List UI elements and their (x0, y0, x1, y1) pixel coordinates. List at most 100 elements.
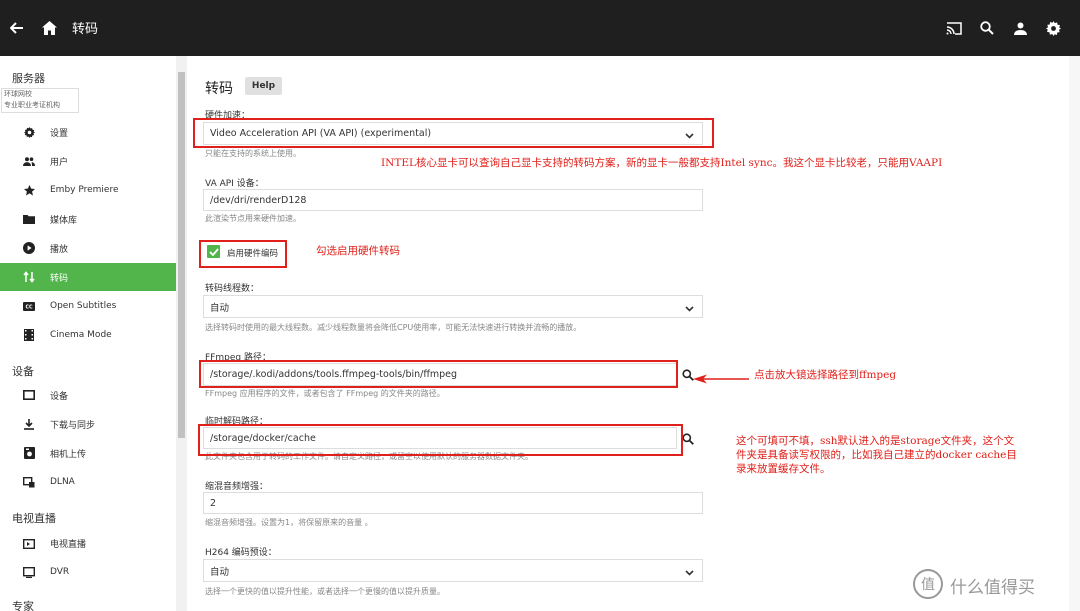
sidebar-item-transcoding[interactable]: 转码 (0, 263, 176, 291)
play-circle-icon (22, 241, 36, 255)
home-icon[interactable] (38, 17, 60, 39)
sidebar-item-devices[interactable]: 设备 (0, 381, 176, 409)
watermark-line2: 专业职业考证机构 (4, 101, 60, 109)
sidebar-item-settings[interactable]: 设置 (0, 118, 176, 146)
logo-text: 什么值得买 (950, 578, 1035, 598)
sidebar-scrollbar-thumb[interactable] (178, 72, 185, 438)
device-icon (22, 388, 36, 402)
sidebar-item-emby-premiere[interactable]: Emby Premiere (0, 176, 176, 204)
sidebar-item-dvr[interactable]: DVR (0, 558, 176, 586)
ffmpeg-path-value: /storage/.kodi/addons/tools.ffmpeg-tools… (210, 369, 458, 380)
sidebar-item-label: 设置 (50, 128, 69, 139)
chevron-down-icon (685, 568, 694, 579)
vaapi-device-input[interactable]: /dev/dri/renderD128 (203, 189, 703, 211)
sidebar-item-label: Emby Premiere (50, 185, 119, 195)
sidebar-item-open-subtitles[interactable]: CC Open Subtitles (0, 292, 176, 320)
sidebar: 服务器 环球网校 专业职业考证机构 设置 用户 Emby Premiere 媒体… (0, 56, 176, 611)
downmix-input[interactable]: 2 (203, 492, 703, 514)
threads-value: 自动 (210, 302, 230, 314)
dvr-icon (22, 565, 36, 579)
dlna-icon (22, 475, 36, 489)
chevron-down-icon (685, 304, 694, 315)
settings-gear-icon[interactable] (1042, 17, 1064, 39)
sidebar-item-label: Open Subtitles (50, 301, 117, 311)
sidebar-item-cinema-mode[interactable]: Cinema Mode (0, 321, 176, 349)
sidebar-item-label: 播放 (50, 244, 69, 255)
h264-preset-label: H264 编码预设： (205, 548, 277, 558)
sidebar-item-library[interactable]: 媒体库 (0, 205, 176, 233)
sidebar-item-label: 媒体库 (50, 215, 78, 226)
top-app-bar: 转码 (0, 0, 1080, 56)
camera-icon (22, 446, 36, 460)
ffmpeg-path-input[interactable]: /storage/.kodi/addons/tools.ffmpeg-tools… (203, 363, 677, 386)
annotation-cache-line1: 这个可填可不填，ssh默认进入的是storage文件夹，这个文 (736, 435, 1015, 447)
temp-path-input[interactable]: /storage/docker/cache (203, 427, 677, 449)
annotation-cache-note: 这个可填可不填，ssh默认进入的是storage文件夹，这个文 件夹是具备读写权… (736, 434, 1017, 476)
sidebar-item-label: 电视直播 (50, 539, 87, 550)
downmix-value: 2 (210, 497, 217, 509)
cast-icon[interactable] (943, 17, 965, 39)
section-server: 服务器 (12, 72, 45, 85)
threads-desc: 选择转码时使用的最大线程数。减少线程数量将会降低CPU使用率，可能无法快速进行转… (205, 323, 582, 332)
annotation-intel-note: INTEL核心显卡可以查询自己显卡支持的转码方案，新的显卡一般都支持Intel … (381, 157, 943, 169)
hw-accel-select[interactable]: Video Acceleration API (VA API) (experim… (203, 122, 703, 145)
watermark-overlay: 环球网校 专业职业考证机构 (1, 88, 79, 113)
threads-select[interactable]: 自动 (203, 295, 703, 318)
annotation-ffmpeg-note: 点击放大镜选择路径到ffmpeg (754, 369, 897, 381)
vaapi-desc: 此渲染节点用来硬件加速。 (205, 214, 301, 223)
sidebar-item-label: Cinema Mode (50, 330, 112, 340)
help-button[interactable]: Help (245, 77, 282, 95)
sidebar-item-label: DLNA (50, 477, 75, 487)
search-icon[interactable] (976, 17, 998, 39)
sidebar-item-playback[interactable]: 播放 (0, 234, 176, 262)
section-title: 转码 (205, 81, 233, 97)
sidebar-scrollbar[interactable] (176, 56, 187, 611)
film-icon (22, 328, 36, 342)
vaapi-device-value: /dev/dri/renderD128 (210, 194, 307, 206)
annotation-cache-line3: 录来放置缓存文件。 (736, 463, 831, 475)
site-logo: 值 什么值得买 (912, 568, 1080, 602)
temp-path-value: /storage/docker/cache (210, 432, 316, 444)
logo-mark-icon: 值 (913, 569, 943, 599)
folder-icon (22, 212, 36, 226)
temp-path-browse-search-icon[interactable] (682, 430, 696, 445)
main-scrollbar[interactable] (1069, 56, 1080, 611)
vaapi-label: VA API 设备： (205, 179, 264, 189)
ffmpeg-desc: FFmpeg 应用程序的文件，或者包含了 FFmpeg 的文件夹的路径。 (205, 389, 445, 398)
hw-encode-checkbox[interactable] (207, 245, 220, 258)
user-icon[interactable] (1009, 17, 1031, 39)
temp-path-label: 临时解码路径： (205, 417, 269, 427)
section-expert: 专家 (12, 600, 34, 611)
sidebar-item-dlna[interactable]: DLNA (0, 468, 176, 496)
page-title: 转码 (72, 22, 99, 37)
gear-icon (22, 125, 36, 139)
sidebar-item-download-sync[interactable]: 下载与同步 (0, 410, 176, 438)
svg-text:CC: CC (25, 304, 33, 310)
threads-label: 转码线程数： (205, 284, 260, 294)
downmix-desc: 缩混音频增强。设置为1，将保留原来的音量 。 (205, 518, 373, 527)
ffmpeg-label: FFmpeg 路径： (205, 353, 271, 363)
section-devices: 设备 (12, 365, 34, 378)
back-arrow-icon[interactable] (6, 17, 28, 39)
svg-text:值: 值 (921, 577, 935, 593)
watermark-line1: 环球网校 (4, 90, 32, 98)
h264-preset-select[interactable]: 自动 (203, 559, 703, 582)
sidebar-item-label: 转码 (50, 273, 69, 284)
hw-encode-label[interactable]: 启用硬件编码 (227, 247, 278, 259)
annotation-arrow-icon (693, 369, 749, 388)
sidebar-item-label: DVR (50, 567, 70, 577)
sidebar-item-camera-upload[interactable]: 相机上传 (0, 439, 176, 467)
people-icon (22, 154, 36, 168)
sidebar-item-label: 相机上传 (50, 449, 87, 460)
sidebar-item-label: 设备 (50, 391, 69, 402)
annotation-cache-line2: 件夹是具备读写权限的，比如我自己建立的docker cache目 (736, 449, 1017, 461)
hw-accel-value: Video Acceleration API (VA API) (experim… (210, 128, 432, 139)
sidebar-item-users[interactable]: 用户 (0, 147, 176, 175)
tv-icon (22, 536, 36, 550)
section-live-tv: 电视直播 (12, 512, 56, 525)
annotation-hw-note: 勾选启用硬件转码 (316, 245, 400, 257)
sidebar-item-label: 下载与同步 (50, 420, 96, 431)
download-icon (22, 417, 36, 431)
cc-icon: CC (22, 299, 36, 313)
sidebar-item-live-tv[interactable]: 电视直播 (0, 529, 176, 557)
